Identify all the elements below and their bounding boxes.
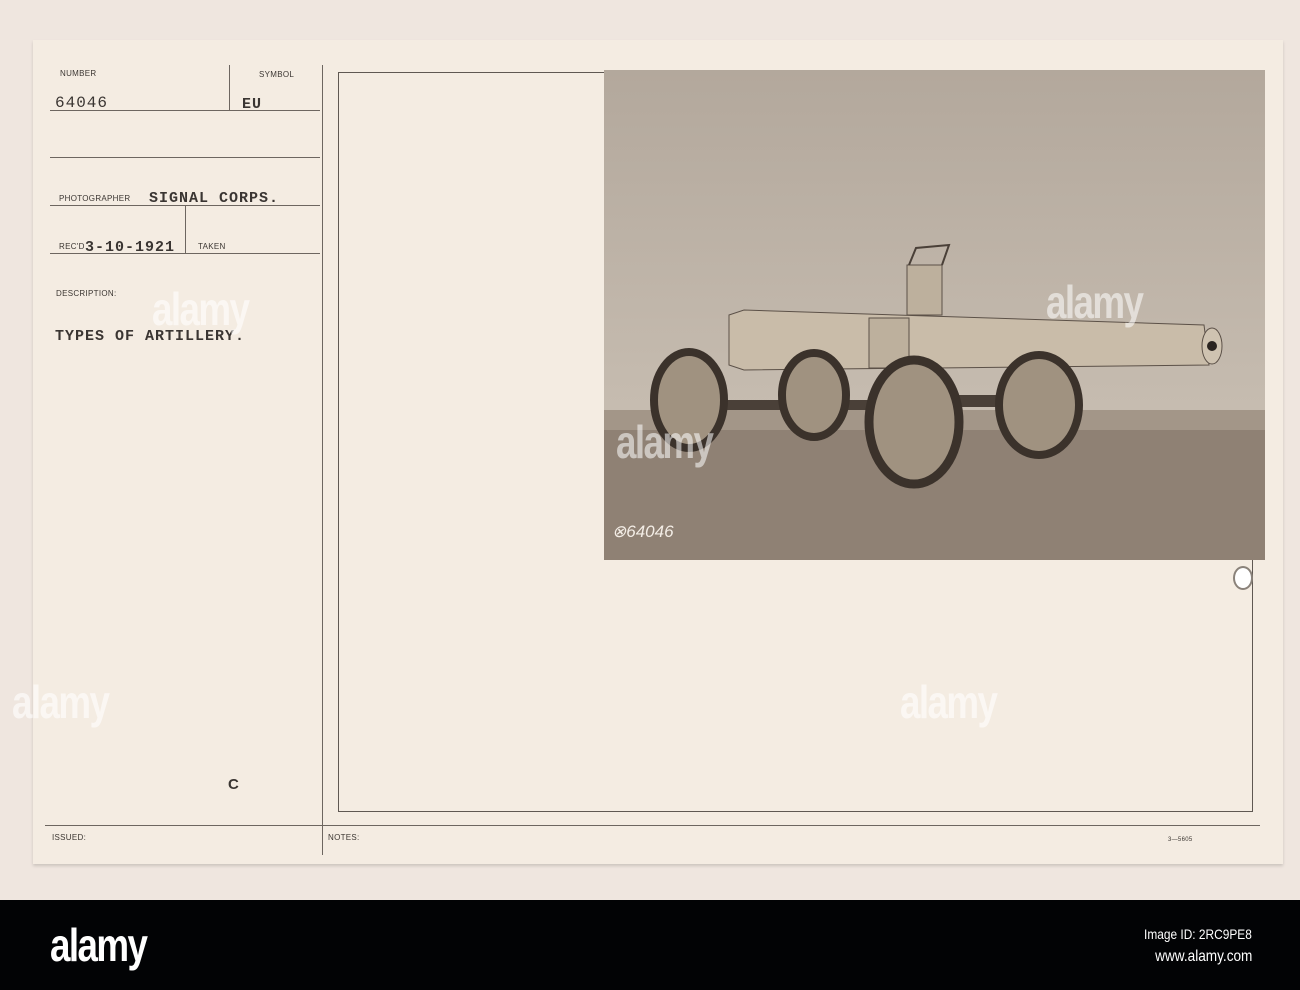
watermark: alamy <box>1046 276 1144 328</box>
recd-label: REC'D <box>59 242 85 251</box>
punch-hole <box>1233 566 1253 590</box>
description-label: DESCRIPTION: <box>56 289 117 298</box>
photographer-label: PHOTOGRAPHER <box>59 194 131 203</box>
divider <box>50 157 320 158</box>
issued-label: ISSUED: <box>52 833 87 842</box>
column-divider <box>322 65 323 855</box>
site-url[interactable]: www.alamy.com <box>1155 948 1252 966</box>
divider <box>185 205 186 253</box>
watermark: alamy <box>616 416 714 468</box>
watermark: alamy <box>900 676 998 728</box>
watermark: alamy <box>12 676 110 728</box>
bottom-rule <box>45 825 1260 826</box>
taken-label: TAKEN <box>198 242 226 251</box>
form-number: 3—5605 <box>1168 837 1193 843</box>
mark-letter: C <box>228 776 240 793</box>
image-id: Image ID: 2RC9PE8 <box>1144 926 1252 942</box>
divider <box>50 253 320 254</box>
notes-label: NOTES: <box>328 833 360 842</box>
watermark: alamy <box>152 283 250 335</box>
number-label: NUMBER <box>60 69 97 78</box>
cannon-illustration <box>604 70 1265 560</box>
divider <box>229 65 230 110</box>
symbol-label: SYMBOL <box>259 70 295 79</box>
artillery-photo: ⊗64046 alamy alamy <box>604 70 1265 560</box>
alamy-logo: alamy <box>50 919 148 971</box>
divider <box>50 110 320 111</box>
negative-number: ⊗64046 <box>612 522 674 541</box>
stock-footer: alamy Image ID: 2RC9PE8 www.alamy.com <box>0 900 1300 990</box>
